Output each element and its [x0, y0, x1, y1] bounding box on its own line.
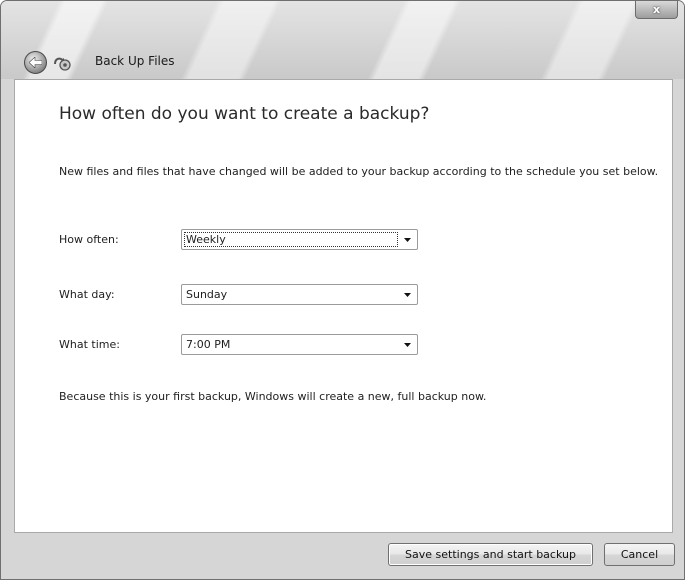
what-day-label: What day:: [59, 288, 115, 301]
close-button[interactable]: x: [635, 1, 678, 19]
chevron-down-icon: [399, 286, 416, 303]
backup-app-icon: [52, 52, 72, 72]
what-day-dropdown[interactable]: Sunday: [181, 284, 418, 305]
chevron-down-icon: [399, 231, 416, 248]
first-backup-note: Because this is your first backup, Windo…: [59, 390, 487, 403]
what-time-value: 7:00 PM: [186, 338, 231, 351]
how-often-label: How often:: [59, 233, 119, 246]
close-icon: x: [652, 3, 661, 16]
how-often-value: Weekly: [184, 232, 398, 247]
content-panel: How often do you want to create a backup…: [14, 79, 673, 533]
chevron-down-icon: [399, 336, 416, 353]
page-title: How often do you want to create a backup…: [59, 104, 430, 124]
back-arrow-icon: [29, 57, 42, 68]
description-text: New files and files that have changed wi…: [59, 165, 659, 178]
save-and-start-button[interactable]: Save settings and start backup: [388, 543, 593, 566]
back-button[interactable]: [24, 51, 47, 74]
window-title: Back Up Files: [95, 54, 175, 68]
how-often-dropdown[interactable]: Weekly: [181, 229, 418, 250]
what-day-value: Sunday: [186, 288, 228, 301]
what-time-label: What time:: [59, 338, 120, 351]
backup-window: x Back Up Files How often do you want to…: [0, 0, 685, 580]
cancel-button[interactable]: Cancel: [604, 543, 675, 566]
what-time-dropdown[interactable]: 7:00 PM: [181, 334, 418, 355]
